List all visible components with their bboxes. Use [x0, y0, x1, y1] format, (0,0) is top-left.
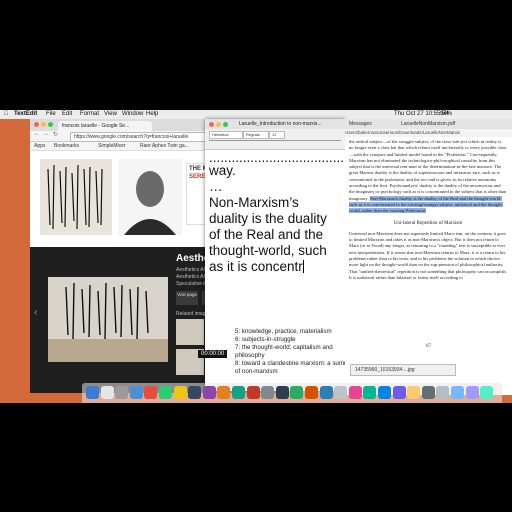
dock-app-icon[interactable]: [290, 386, 304, 399]
dock: [82, 383, 502, 403]
close-icon[interactable]: [209, 122, 214, 127]
text-line: thought-world, such: [209, 243, 327, 258]
pdf-paragraph: the radical subject—of the struggle-subj…: [349, 139, 507, 215]
menubar-clock[interactable]: Thu Oct 27 10:55:54: [394, 110, 449, 119]
close-icon[interactable]: [34, 122, 39, 127]
back-icon[interactable]: ←: [34, 131, 40, 137]
text-line: …: [209, 179, 223, 194]
portrait-thumbnail[interactable]: [118, 159, 182, 235]
pdf-title: LaruelleNonMarxism.pdf: [401, 121, 456, 127]
menu-format[interactable]: Format: [80, 110, 99, 119]
dock-app-icon[interactable]: [436, 386, 450, 399]
text-cursor: [302, 260, 304, 273]
menu-bar:  TextEdit File Edit Format View Window …: [0, 110, 512, 119]
text-line: duality is the duality: [209, 211, 327, 226]
dock-app-icon[interactable]: [100, 386, 114, 399]
ruler[interactable]: [209, 140, 341, 146]
dock-app-icon[interactable]: [275, 386, 289, 399]
font-size-select[interactable]: 12: [269, 131, 285, 139]
menu-window[interactable]: Window: [122, 110, 143, 119]
dock-app-icon[interactable]: [465, 386, 479, 399]
text-line: Non-Marxism’s: [209, 195, 299, 210]
desktop-screen:  TextEdit File Edit Format View Window …: [0, 110, 512, 403]
dock-app-icon[interactable]: [115, 386, 129, 399]
pdf-titlebar: Messages LaruelleNonMarxism.pdf: [345, 119, 512, 129]
chapter-item: 8: toward a clandestine marxism: a summa…: [235, 360, 358, 367]
browser-tab[interactable]: francois laruelle - Google Se...: [58, 121, 152, 131]
recording-timer: 00:00:00: [198, 350, 228, 358]
pdf-window: Messages LaruelleNonMarxism.pdf Users/ba…: [345, 119, 512, 395]
dock-app-icon[interactable]: [305, 386, 318, 399]
dock-app-icon[interactable]: [173, 386, 187, 399]
pdf-section-title: Uni-lateral Repetition of Marxism: [393, 220, 463, 226]
menu-view[interactable]: View: [104, 110, 117, 119]
bookmark-apps[interactable]: Apps: [34, 142, 45, 150]
minimize-icon[interactable]: [216, 122, 221, 127]
dock-app-icon[interactable]: [334, 386, 348, 399]
reload-icon[interactable]: ↻: [53, 131, 58, 138]
preview-image[interactable]: [48, 277, 168, 362]
dock-app-icon[interactable]: [86, 386, 99, 399]
dock-app-icon[interactable]: [188, 386, 202, 399]
bookmark-aphex[interactable]: Rare Aphex Twin ga...: [140, 142, 189, 150]
related-thumbnail[interactable]: [176, 319, 204, 345]
font-family-select[interactable]: Helvetica: [209, 131, 243, 139]
download-file-bar[interactable]: 14735990_10153934....jpg: [350, 364, 456, 376]
pdf-text-run: the radical subject—of the struggle-subj…: [349, 139, 507, 201]
apple-menu-icon[interactable]: : [4, 110, 9, 119]
dock-app-icon[interactable]: [159, 386, 172, 399]
chapter-item: 7: the thought-world: capitalism and: [235, 344, 333, 351]
dock-app-icon[interactable]: [348, 386, 362, 399]
zoom-icon[interactable]: [48, 122, 53, 127]
dock-app-icon[interactable]: [392, 386, 406, 399]
dock-app-icon[interactable]: [363, 386, 377, 399]
menu-file[interactable]: File: [46, 110, 56, 119]
text-line: way.: [209, 163, 236, 178]
chapter-item: 6: subjects-in-struggle: [235, 336, 296, 343]
text-line-with-cursor: as it is concentr: [209, 259, 344, 275]
dock-app-icon[interactable]: [246, 386, 260, 399]
forward-icon[interactable]: →: [43, 131, 49, 137]
dock-app-icon[interactable]: [451, 386, 464, 399]
dock-app-icon[interactable]: [129, 386, 143, 399]
address-bar[interactable]: https://www.google.com/search?q=francois…: [70, 132, 215, 142]
minimize-icon[interactable]: [41, 122, 46, 127]
menu-help[interactable]: Help: [146, 110, 158, 119]
chapter-item: philosophy: [235, 352, 265, 359]
dock-app-icon[interactable]: [407, 386, 421, 399]
text-line: of the Real and the: [209, 227, 324, 242]
app-menu[interactable]: TextEdit: [14, 110, 37, 119]
pdf-page-number: 67: [426, 344, 431, 349]
visit-page-button[interactable]: Visit page: [176, 291, 198, 305]
dock-app-icon[interactable]: [261, 386, 275, 399]
dock-app-icon[interactable]: [232, 386, 245, 399]
dock-app-icon[interactable]: [202, 386, 216, 399]
prev-arrow-icon[interactable]: ‹: [34, 307, 37, 318]
pdf-path: Users/bakernusictoserious/Downloads/Laru…: [345, 129, 512, 137]
dock-app-icon[interactable]: [217, 386, 231, 399]
textedit-title: Laruelle_Introduction to non-marxis...: [239, 121, 322, 127]
text-line: as it is concentr: [209, 259, 303, 274]
chapter-list: 5: knowledge, practice, materialism 6: s…: [235, 328, 358, 376]
pdf-page-text[interactable]: the radical subject—of the struggle-subj…: [349, 139, 507, 281]
dock-app-icon[interactable]: [144, 386, 158, 399]
artwork-thumbnail[interactable]: [40, 159, 112, 235]
dock-app-icon[interactable]: [319, 386, 333, 399]
document-body[interactable]: way. … Non-Marxism’s duality is the dual…: [209, 163, 344, 275]
highlighted-text: Non-Marxism's duality is the duality of …: [349, 195, 504, 214]
bookmark-bookmarks[interactable]: Bookmarks: [54, 142, 79, 150]
zoom-icon[interactable]: [223, 122, 228, 127]
messages-tab[interactable]: Messages: [349, 119, 372, 129]
bookmark-simplemixer[interactable]: SimpleMixer: [98, 142, 126, 150]
pdf-paragraph: Universal non-Marxism does not supersede…: [349, 230, 507, 280]
chapter-item: of non-marxism: [235, 368, 278, 375]
menu-edit[interactable]: Edit: [62, 110, 72, 119]
format-toolbar: Helvetica Regular 12: [205, 129, 345, 150]
font-style-select[interactable]: Regular: [243, 131, 269, 139]
dock-app-icon[interactable]: [378, 386, 391, 399]
chapter-item: 5: knowledge, practice, materialism: [235, 328, 332, 335]
dock-app-icon[interactable]: [480, 386, 494, 399]
textedit-titlebar: Laruelle_Introduction to non-marxis...: [205, 119, 345, 129]
dock-app-icon[interactable]: [421, 386, 435, 399]
